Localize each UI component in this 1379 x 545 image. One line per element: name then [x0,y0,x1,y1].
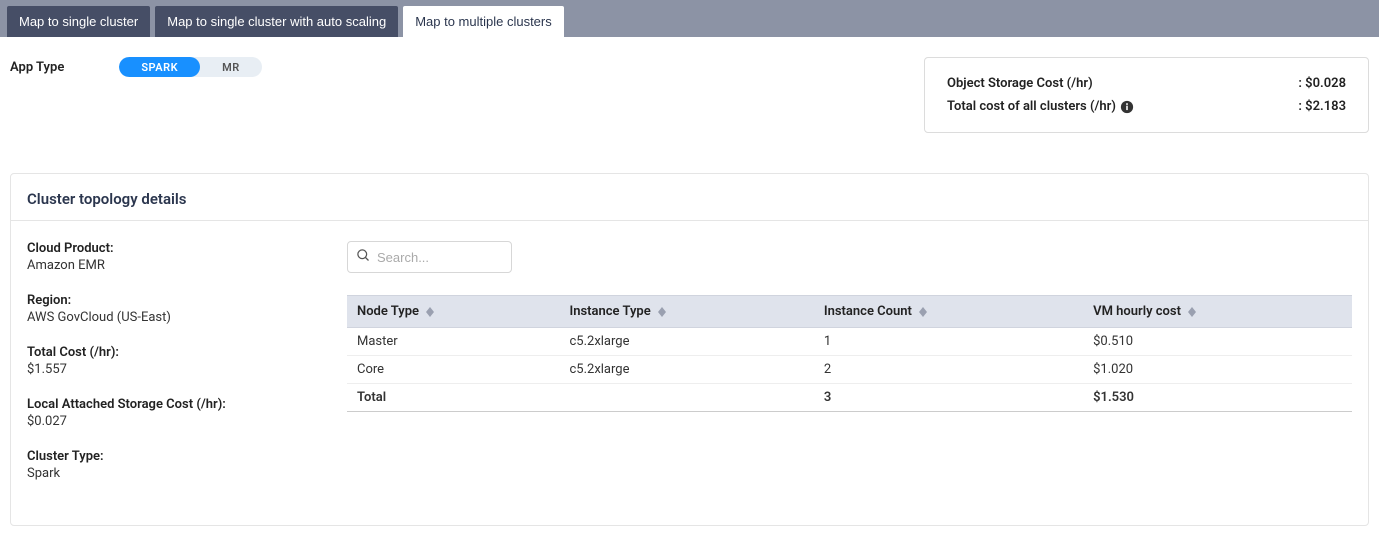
total-cost-value: $1.557 [27,362,347,377]
cell-instance-type: c5.2xlarge [559,356,813,384]
cost-object-storage-label: Object Storage Cost (/hr) [947,76,1093,91]
col-vm-hourly[interactable]: VM hourly cost [1083,296,1352,328]
cost-object-storage-value: : $0.028 [1298,76,1346,91]
cluster-topology-panel: Cluster topology details Cloud Product: … [10,173,1369,526]
upper-row: App Type SPARK MR Object Storage Cost (/… [10,57,1369,133]
app-type-row: App Type SPARK MR [10,57,262,77]
local-storage-value: $0.027 [27,414,347,429]
top-tabs: Map to single cluster Map to single clus… [0,0,1379,37]
cost-total-clusters-value: : $2.183 [1298,99,1346,114]
cell-node-type: Master [347,328,559,356]
app-type-toggle: SPARK MR [119,57,261,77]
topology-table: Node Type Instance Type [347,295,1352,412]
sort-icon [919,307,927,317]
region-label: Region: [27,293,347,308]
cost-row-object-storage: Object Storage Cost (/hr) : $0.028 [947,76,1346,91]
cluster-type-value: Spark [27,466,347,481]
cell-instance-count: 1 [814,328,1083,356]
cell-vm-hourly: $0.510 [1083,328,1352,356]
sort-icon [426,307,434,317]
cost-total-clusters-label: Total cost of all clusters (/hr) [947,99,1116,114]
search-box [347,241,512,273]
table-total-row: Total 3 $1.530 [347,384,1352,412]
search-icon [356,248,371,267]
local-storage-label: Local Attached Storage Cost (/hr): [27,397,347,412]
app-type-spark[interactable]: SPARK [119,57,200,77]
col-instance-type[interactable]: Instance Type [559,296,813,328]
tab-map-single[interactable]: Map to single cluster [7,6,150,37]
table-row: Master c5.2xlarge 1 $0.510 [347,328,1352,356]
table-row: Core c5.2xlarge 2 $1.020 [347,356,1352,384]
content-area: App Type SPARK MR Object Storage Cost (/… [0,37,1379,536]
cell-total-vm-hourly: $1.530 [1083,384,1352,412]
table-column: Node Type Instance Type [347,241,1352,412]
app-type-label: App Type [10,60,64,75]
cell-node-type: Core [347,356,559,384]
cost-summary-box: Object Storage Cost (/hr) : $0.028 Total… [924,57,1369,133]
search-input[interactable] [377,250,503,265]
col-node-type[interactable]: Node Type [347,296,559,328]
tab-map-multiple[interactable]: Map to multiple clusters [403,6,564,37]
sort-icon [658,307,666,317]
total-cost-label: Total Cost (/hr): [27,345,347,360]
cell-instance-count: 2 [814,356,1083,384]
cell-total-label: Total [347,384,559,412]
info-icon[interactable] [1120,100,1134,114]
cell-vm-hourly: $1.020 [1083,356,1352,384]
tab-map-single-autoscale[interactable]: Map to single cluster with auto scaling [155,6,398,37]
meta-column: Cloud Product: Amazon EMR Region: AWS Go… [27,241,347,501]
cloud-product-value: Amazon EMR [27,258,347,273]
panel-title: Cluster topology details [11,174,1368,221]
cell-total-count: 3 [814,384,1083,412]
cloud-product-label: Cloud Product: [27,241,347,256]
region-value: AWS GovCloud (US-East) [27,310,347,325]
col-instance-count[interactable]: Instance Count [814,296,1083,328]
cell-instance-type: c5.2xlarge [559,328,813,356]
app-type-mr[interactable]: MR [200,57,262,77]
sort-icon [1188,307,1196,317]
cluster-type-label: Cluster Type: [27,449,347,464]
cost-row-total-clusters: Total cost of all clusters (/hr) : $2.18… [947,99,1346,114]
